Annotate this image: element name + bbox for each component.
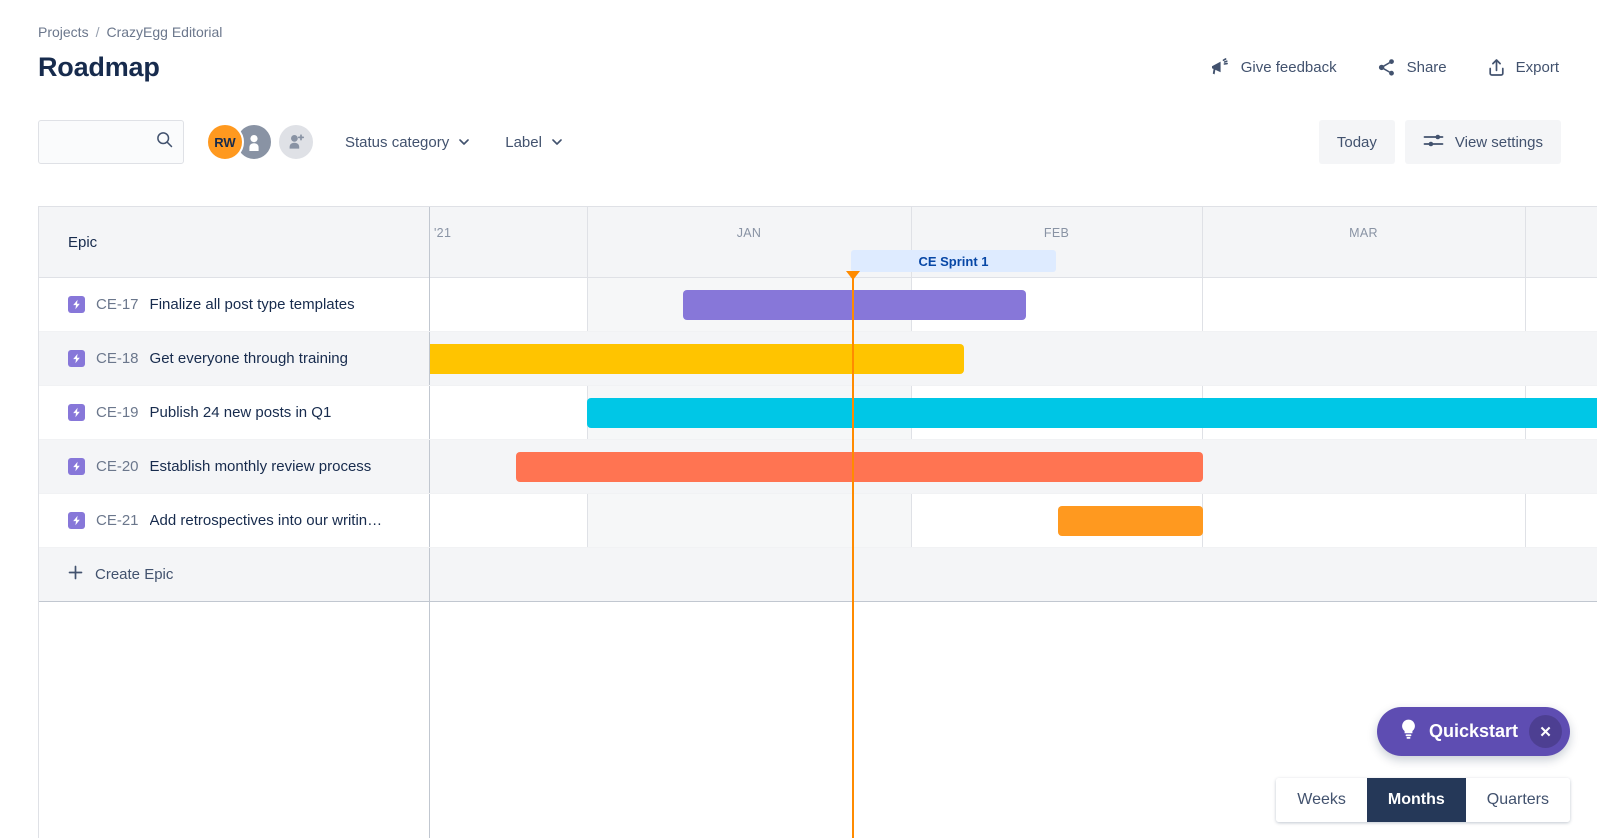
table-row[interactable]: CE-17 Finalize all post type templates — [39, 278, 1597, 332]
epic-cell-ce-17[interactable]: CE-17 Finalize all post type templates — [39, 278, 430, 331]
breadcrumb-separator: / — [95, 24, 100, 40]
avatar-group: RW — [206, 123, 315, 161]
export-label: Export — [1515, 59, 1559, 76]
epic-key: CE-19 — [96, 404, 139, 421]
table-row[interactable]: CE-19 Publish 24 new posts in Q1 — [39, 386, 1597, 440]
roadmap-page: Projects / CrazyEgg Editorial Roadmap Gi… — [0, 0, 1597, 838]
zoom-level-quarters[interactable]: Quarters — [1465, 778, 1570, 822]
lightbulb-icon — [1399, 718, 1418, 745]
timeline-bar-ce-20[interactable] — [516, 452, 1203, 482]
table-row[interactable]: CE-21 Add retrospectives into our writin… — [39, 494, 1597, 548]
epic-name: Get everyone through training — [149, 350, 348, 367]
table-row[interactable]: CE-20 Establish monthly review process — [39, 440, 1597, 494]
plus-icon — [68, 565, 83, 584]
epic-key: CE-17 — [96, 296, 139, 313]
epic-name: Establish monthly review process — [149, 458, 372, 475]
breadcrumb: Projects / CrazyEgg Editorial — [38, 24, 222, 40]
label-filter[interactable]: Label — [505, 134, 562, 151]
avatar-rw[interactable]: RW — [206, 123, 244, 161]
chevron-down-icon — [552, 139, 562, 145]
header-actions: Give feedback Share Export — [1208, 54, 1561, 81]
quickstart-button[interactable]: Quickstart ✕ — [1376, 707, 1570, 756]
settings-sliders-icon — [1423, 132, 1444, 153]
epic-cell-ce-20[interactable]: CE-20 Establish monthly review process — [39, 440, 430, 493]
epic-name: Publish 24 new posts in Q1 — [149, 404, 332, 421]
give-feedback-label: Give feedback — [1240, 59, 1337, 76]
today-label: Today — [1336, 133, 1377, 151]
epic-icon — [68, 512, 85, 529]
epic-rows: CE-17 Finalize all post type templates C… — [39, 278, 1597, 602]
timeline-header: Epic '21 JAN FEB MAR — [39, 207, 1597, 278]
timeline-bar-ce-19[interactable] — [587, 398, 1597, 428]
breadcrumb-project[interactable]: CrazyEgg Editorial — [106, 24, 222, 40]
export-icon — [1487, 58, 1506, 77]
month-label-dec: '21 — [434, 226, 452, 240]
share-label: Share — [1406, 59, 1447, 76]
epic-cell-ce-18[interactable]: CE-18 Get everyone through training — [39, 332, 430, 385]
epic-key: CE-18 — [96, 350, 139, 367]
breadcrumb-projects[interactable]: Projects — [38, 24, 89, 40]
epic-column-header: Epic — [39, 207, 430, 278]
give-feedback-button[interactable]: Give feedback — [1208, 54, 1339, 81]
epic-key: CE-20 — [96, 458, 139, 475]
create-epic-label: Create Epic — [95, 566, 174, 583]
epic-icon — [68, 458, 85, 475]
epic-name: Finalize all post type templates — [149, 296, 355, 313]
sprint-label: CE Sprint 1 — [918, 253, 989, 269]
today-marker-triangle — [846, 271, 860, 280]
quickstart-label: Quickstart — [1428, 721, 1518, 741]
status-category-filter[interactable]: Status category — [345, 133, 470, 151]
epic-cell-ce-19[interactable]: CE-19 Publish 24 new posts in Q1 — [39, 386, 430, 439]
avatar-rw-initials: RW — [214, 134, 236, 150]
close-icon[interactable]: ✕ — [1529, 715, 1562, 748]
page-title: Roadmap — [38, 52, 160, 82]
toolbar-right: Today View settings — [1318, 120, 1561, 164]
month-label-feb: FEB — [1043, 226, 1070, 240]
megaphone-icon — [1210, 58, 1231, 77]
today-button[interactable]: Today — [1318, 120, 1395, 164]
zoom-level-weeks[interactable]: Weeks — [1276, 778, 1367, 822]
zoom-level-months[interactable]: Months — [1366, 778, 1466, 822]
share-icon — [1377, 58, 1397, 77]
epic-icon — [68, 296, 85, 313]
status-category-label: Status category — [345, 133, 450, 151]
timeline-bar-ce-18[interactable] — [430, 344, 964, 374]
add-person-button[interactable] — [277, 123, 315, 161]
close-glyph: ✕ — [1539, 723, 1552, 741]
month-label-jan: JAN — [736, 226, 762, 240]
epic-icon — [68, 404, 85, 421]
view-settings-label: View settings — [1454, 133, 1543, 151]
roadmap-timeline: Epic '21 JAN FEB MAR CE Sprint 1 CE-17 F… — [38, 206, 1597, 838]
search-input[interactable] — [51, 134, 152, 150]
filter-group: Status category Label — [345, 134, 562, 151]
create-epic-button[interactable]: Create Epic — [39, 548, 430, 601]
epic-icon — [68, 350, 85, 367]
toolbar: RW Status category Label — [38, 120, 562, 164]
share-button[interactable]: Share — [1375, 54, 1449, 81]
zoom-level-switcher: Weeks Months Quarters — [1276, 778, 1570, 822]
epic-name: Add retrospectives into our writin… — [149, 512, 383, 529]
search-icon — [156, 131, 173, 153]
timeline-bar-ce-21[interactable] — [1058, 506, 1203, 536]
view-settings-button[interactable]: View settings — [1404, 120, 1561, 164]
search-box[interactable] — [38, 120, 184, 164]
create-epic-row[interactable]: Create Epic — [39, 548, 1597, 602]
sprint-bar-ce-sprint-1[interactable]: CE Sprint 1 — [851, 250, 1056, 272]
epic-key: CE-21 — [96, 512, 139, 529]
today-marker-line — [852, 278, 854, 838]
month-label-mar: MAR — [1349, 226, 1378, 240]
label-filter-label: Label — [505, 133, 542, 151]
export-button[interactable]: Export — [1485, 54, 1561, 81]
timeline-bar-ce-17[interactable] — [683, 290, 1026, 320]
chevron-down-icon — [459, 139, 470, 145]
table-row[interactable]: CE-18 Get everyone through training — [39, 332, 1597, 386]
epic-cell-ce-21[interactable]: CE-21 Add retrospectives into our writin… — [39, 494, 430, 547]
epic-column-empty — [39, 602, 430, 838]
